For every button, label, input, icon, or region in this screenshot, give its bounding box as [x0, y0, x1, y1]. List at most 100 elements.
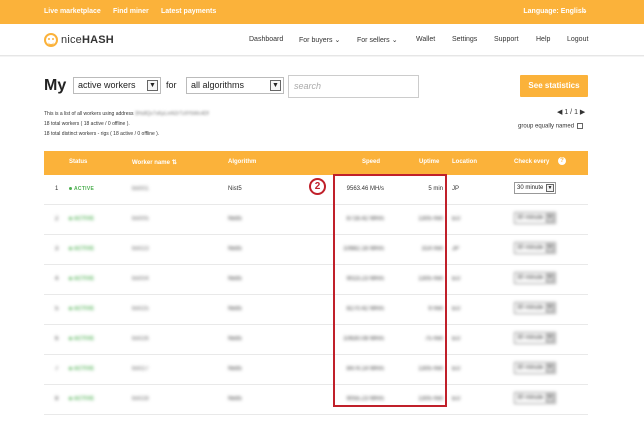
- nav-help[interactable]: Help: [536, 36, 550, 43]
- header-location[interactable]: Location: [452, 159, 477, 165]
- status-dot-icon: [69, 276, 72, 280]
- search-input[interactable]: search: [288, 75, 419, 98]
- check-every-select[interactable]: 30 minute ▼: [514, 242, 556, 254]
- check-every-value: 30 minute: [517, 335, 544, 341]
- table-row[interactable]: 8 ACTIVE bo028 Nist5 9055.23 MH/s 1305 min EU 3…: [44, 385, 588, 415]
- worker-name: bo023: [132, 246, 149, 252]
- header-check-every[interactable]: Check every: [514, 159, 549, 165]
- chevron-down-icon: ▼: [546, 304, 554, 312]
- live-marketplace-link[interactable]: Live marketplace: [44, 8, 101, 15]
- chevron-down-icon[interactable]: ⌄: [581, 6, 588, 15]
- next-page-icon[interactable]: ▶: [580, 109, 585, 116]
- check-every-select[interactable]: 30 minute ▼: [514, 332, 556, 344]
- nav-for-buyers[interactable]: For buyers ⌄: [299, 36, 340, 44]
- check-every-value: 30 minute: [517, 275, 544, 281]
- for-label: for: [166, 80, 177, 90]
- pagination: ◀ 1 / 1 ▶: [557, 108, 585, 116]
- table-row[interactable]: 7 ACTIVE bo027 Nist5 8474.14 MH/s 1305 min EU 3…: [44, 355, 588, 385]
- address-info: This is a list of all workers using addr…: [44, 111, 209, 117]
- table-row[interactable]: 4 ACTIVE bo004 Nist5 9023.23 MH/s 1305 min EU 3…: [44, 265, 588, 295]
- sort-icon: ⇅: [171, 160, 177, 166]
- group-label: group equally named: [518, 123, 575, 130]
- algorithm-filter-value: all algorithms: [191, 80, 245, 90]
- find-miner-link[interactable]: Find miner: [113, 8, 149, 15]
- chevron-down-icon: ▼: [546, 184, 554, 192]
- check-every-select[interactable]: 30 minute ▼: [514, 212, 556, 224]
- location-value: EU: [452, 216, 461, 222]
- table-row[interactable]: 5 ACTIVE bo025 Nist5 8270.42 MH/s 9 min EU 30 m…: [44, 295, 588, 325]
- check-every-value: 30 minute: [517, 305, 544, 311]
- row-number: 4: [55, 276, 59, 282]
- nav-for-sellers[interactable]: For sellers ⌄: [357, 36, 398, 44]
- location-value: EU: [452, 306, 461, 312]
- page-indicator: 1 / 1: [564, 109, 578, 116]
- location-value: EU: [452, 336, 461, 342]
- check-every-select[interactable]: 30 minute ▼: [514, 302, 556, 314]
- chevron-down-icon: ▼: [546, 394, 554, 402]
- header-uptime[interactable]: Uptime: [419, 159, 439, 165]
- check-every-value: 30 minute: [517, 215, 544, 221]
- see-statistics-button[interactable]: See statistics: [520, 75, 588, 97]
- row-number: 7: [55, 366, 59, 372]
- check-every-select[interactable]: 30 minute ▼: [514, 272, 556, 284]
- help-icon[interactable]: ?: [558, 157, 566, 165]
- group-equally-named[interactable]: group equally named: [518, 123, 584, 130]
- group-checkbox[interactable]: [577, 123, 584, 129]
- worker-name: bo027: [132, 366, 149, 372]
- location-value: EU: [452, 396, 461, 402]
- check-every-value: 30 minute: [517, 395, 544, 401]
- header-worker-name[interactable]: Worker name ⇅: [132, 159, 177, 166]
- prev-page-icon[interactable]: ◀: [557, 109, 562, 116]
- check-every-value: 30 minute: [517, 185, 544, 191]
- worker-filter-select[interactable]: active workers ▼: [73, 77, 161, 94]
- status-badge: ACTIVE: [69, 186, 94, 192]
- main-content: My active workers ▼ for all algorithms ▼…: [0, 57, 644, 432]
- location-value: JP: [452, 246, 460, 252]
- check-every-select[interactable]: 30 minute ▼: [514, 362, 556, 374]
- status-badge: ACTIVE: [69, 276, 94, 282]
- worker-name: bo005: [132, 216, 149, 222]
- algorithm-name: Nist5: [228, 186, 242, 192]
- callout-number-badge: 2: [309, 178, 326, 195]
- check-every-value: 30 minute: [517, 365, 544, 371]
- chevron-down-icon: ▼: [546, 334, 554, 342]
- header-status[interactable]: Status: [69, 159, 87, 165]
- status-dot-icon: [69, 396, 72, 400]
- status-text: ACTIVE: [74, 396, 95, 402]
- status-text: ACTIVE: [74, 216, 95, 222]
- worker-name: bo001: [132, 186, 149, 192]
- status-badge: ACTIVE: [69, 336, 94, 342]
- status-text: ACTIVE: [74, 276, 95, 282]
- row-number: 3: [55, 246, 59, 252]
- chevron-down-icon: ⌄: [391, 37, 398, 44]
- chevron-down-icon: ▼: [546, 274, 554, 282]
- table-row[interactable]: 6 ACTIVE bo026 Nist5 10630.08 MH/s 75 min EU 30…: [44, 325, 588, 355]
- table-row[interactable]: 2 ACTIVE bo005 Nist5 8716.42 MH/s 1305 min EU 3…: [44, 205, 588, 235]
- check-every-select[interactable]: 30 minute ▼: [514, 392, 556, 404]
- worker-name: bo028: [132, 396, 149, 402]
- nav-wallet[interactable]: Wallet: [416, 36, 435, 43]
- logo-text: niceHASH: [61, 34, 114, 46]
- algorithm-filter-select[interactable]: all algorithms ▼: [186, 77, 284, 94]
- table-row[interactable]: 3 ACTIVE bo023 Nist5 10682.16 MH/s 314 min JP 3…: [44, 235, 588, 265]
- latest-payments-link[interactable]: Latest payments: [161, 8, 216, 15]
- language-selector[interactable]: Language: English: [523, 8, 586, 15]
- row-number: 6: [55, 336, 59, 342]
- status-badge: ACTIVE: [69, 366, 94, 372]
- top-bar: Live marketplace Find miner Latest payme…: [0, 0, 644, 24]
- my-label: My: [44, 77, 67, 94]
- algorithm-name: Nist5: [228, 216, 242, 222]
- header-speed[interactable]: Speed: [362, 159, 380, 165]
- nicehash-logo[interactable]: niceHASH: [44, 32, 114, 48]
- nav-logout[interactable]: Logout: [567, 36, 588, 43]
- nav-dashboard[interactable]: Dashboard: [249, 36, 283, 43]
- status-dot-icon: [69, 366, 72, 370]
- chevron-down-icon: ▼: [546, 364, 554, 372]
- status-dot-icon: [69, 216, 72, 220]
- check-every-select[interactable]: 30 minute ▼: [514, 182, 556, 194]
- nav-support[interactable]: Support: [494, 36, 519, 43]
- table-header: Status Worker name ⇅ Algorithm Speed Upti…: [44, 151, 588, 175]
- header-algorithm[interactable]: Algorithm: [228, 159, 256, 165]
- chevron-down-icon: ▼: [147, 80, 158, 91]
- nav-settings[interactable]: Settings: [452, 36, 477, 43]
